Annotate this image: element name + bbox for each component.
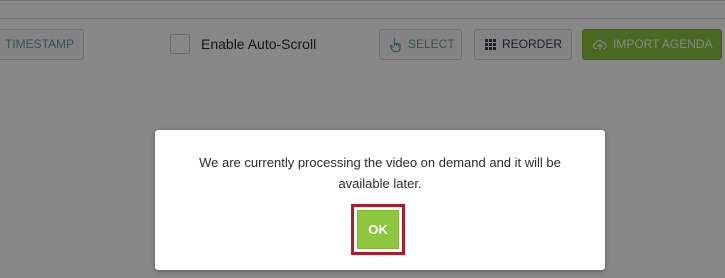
dialog-message: We are currently processing the video on… xyxy=(199,155,561,191)
processing-dialog: We are currently processing the video on… xyxy=(155,130,605,270)
ok-button-highlight: OK xyxy=(351,204,405,255)
ok-button[interactable]: OK xyxy=(357,210,399,249)
page: TIMESTAMP Enable Auto-Scroll SELECT REOR… xyxy=(0,0,725,278)
